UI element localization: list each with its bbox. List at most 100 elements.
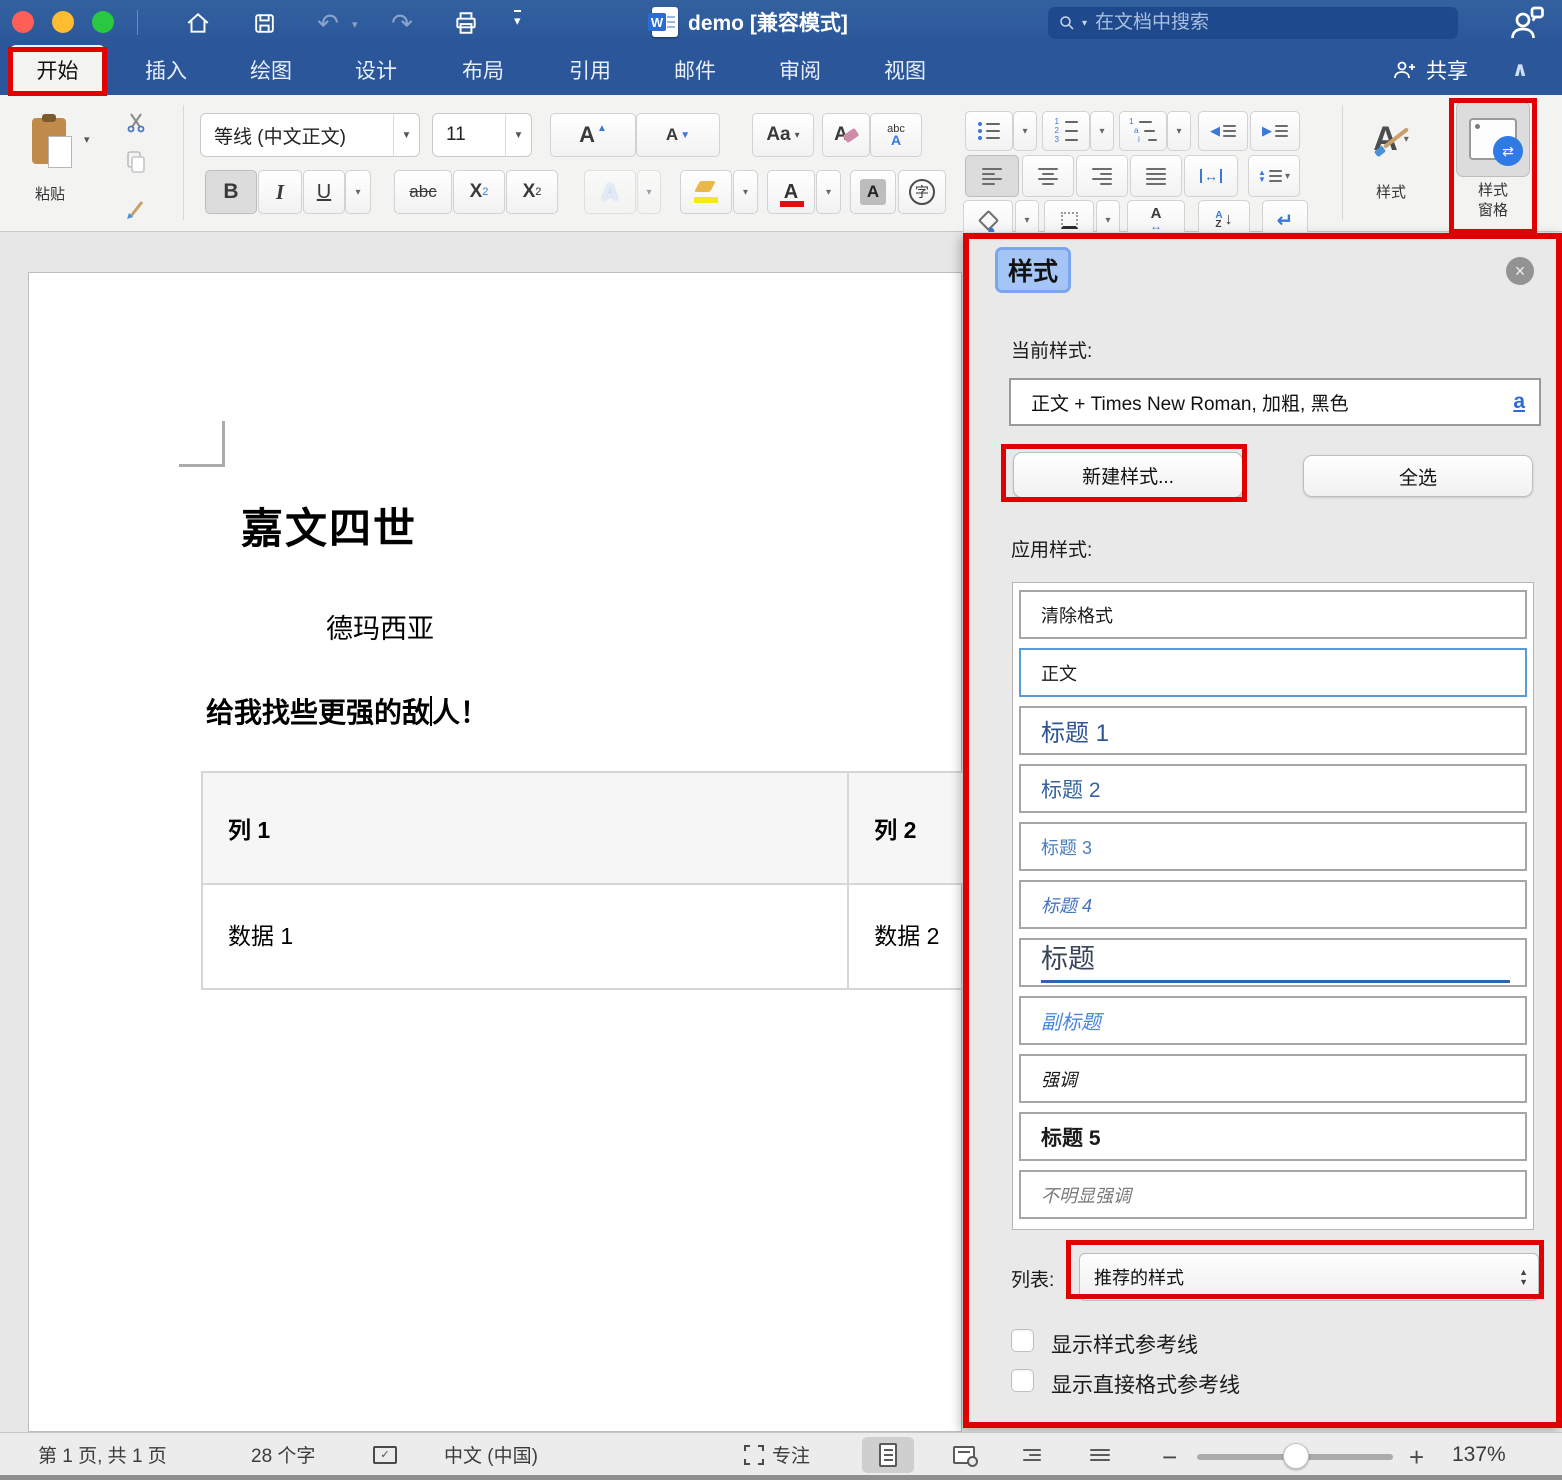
bold-button[interactable]: B: [205, 170, 257, 214]
superscript-button[interactable]: X2: [506, 170, 558, 214]
document-page[interactable]: 嘉文四世 德玛西亚 给我找些更强的敌人！ 列 1 列 2 数据 1 数据 2: [28, 272, 962, 1432]
print-icon[interactable]: [448, 7, 484, 39]
table-header-cell[interactable]: 列 2: [849, 773, 963, 885]
undo-dropdown-icon[interactable]: ▾: [352, 18, 358, 31]
close-window-button[interactable]: [12, 11, 34, 33]
styles-pane-button[interactable]: ⇄: [1456, 101, 1530, 177]
tab-draw[interactable]: 绘图: [231, 45, 311, 95]
styles-button[interactable]: A ▾: [1352, 103, 1430, 175]
numbering-dropdown-icon[interactable]: ▾: [1090, 111, 1114, 151]
style-item-normal[interactable]: 正文: [1019, 648, 1527, 697]
align-left-button[interactable]: [965, 155, 1019, 197]
strikethrough-button[interactable]: abc: [394, 170, 452, 214]
language-indicator[interactable]: 中文 (中国): [444, 1433, 538, 1476]
style-item-heading3[interactable]: 标题 3: [1019, 822, 1527, 871]
zoom-window-button[interactable]: [92, 11, 114, 33]
text-effects-dropdown-icon[interactable]: ▾: [637, 170, 661, 214]
word-count[interactable]: 28 个字: [251, 1433, 315, 1476]
copy-icon[interactable]: [116, 147, 156, 177]
new-style-button[interactable]: 新建样式...: [1013, 452, 1243, 498]
bullets-button[interactable]: [965, 111, 1013, 151]
doc-table[interactable]: 列 1 列 2 数据 1 数据 2: [201, 771, 963, 990]
print-layout-view-button[interactable]: [862, 1437, 914, 1473]
subscript-button[interactable]: X2: [453, 170, 505, 214]
numbering-button[interactable]: 1 2 3: [1042, 111, 1090, 151]
table-cell[interactable]: 数据 2: [849, 885, 963, 988]
underline-dropdown-icon[interactable]: ▾: [345, 170, 371, 214]
font-color-dropdown-icon[interactable]: ▾: [816, 170, 841, 214]
show-style-guides-checkbox[interactable]: [1011, 1329, 1034, 1352]
character-shading-button[interactable]: A: [850, 170, 896, 214]
enclose-characters-button[interactable]: 字: [898, 170, 946, 214]
style-item-subtle-emphasis[interactable]: 不明显强调: [1019, 1170, 1527, 1219]
search-input[interactable]: [1093, 11, 1413, 35]
table-header-cell[interactable]: 列 1: [203, 773, 849, 885]
tab-layout[interactable]: 布局: [443, 45, 523, 95]
focus-mode-button[interactable]: 专注: [744, 1433, 810, 1476]
collapse-ribbon-icon[interactable]: ∧: [1512, 57, 1528, 82]
italic-button[interactable]: I: [258, 170, 302, 214]
highlight-button[interactable]: [680, 170, 732, 214]
line-spacing-button[interactable]: ▲▼ ▾: [1248, 155, 1300, 197]
multilevel-dropdown-icon[interactable]: ▾: [1167, 111, 1191, 151]
search-box[interactable]: ▾: [1048, 7, 1458, 39]
style-item-subtitle[interactable]: 副标题: [1019, 996, 1527, 1045]
zoom-slider-thumb[interactable]: [1283, 1443, 1309, 1469]
justify-button[interactable]: [1130, 155, 1182, 197]
align-center-button[interactable]: [1022, 155, 1074, 197]
font-color-button[interactable]: A: [767, 170, 815, 214]
undo-icon[interactable]: ↶: [310, 7, 346, 39]
char-style-preview[interactable]: a: [1513, 390, 1525, 414]
increase-indent-button[interactable]: ▶: [1250, 111, 1300, 151]
page-indicator[interactable]: 第 1 页, 共 1 页: [38, 1433, 167, 1476]
tab-mailings[interactable]: 邮件: [655, 45, 735, 95]
tab-insert[interactable]: 插入: [126, 45, 206, 95]
style-item-heading5[interactable]: 标题 5: [1019, 1112, 1527, 1161]
zoom-out-button[interactable]: −: [1162, 1433, 1177, 1480]
font-name-dropdown-icon[interactable]: ▼: [393, 114, 419, 156]
style-item-clear-formatting[interactable]: 清除格式: [1019, 590, 1527, 639]
search-scope-chevron-icon[interactable]: ▾: [1082, 18, 1087, 29]
tab-review[interactable]: 审阅: [760, 45, 840, 95]
style-item-title[interactable]: 标题: [1019, 938, 1527, 987]
paste-dropdown-icon[interactable]: ▾: [84, 133, 90, 146]
table-cell[interactable]: 数据 1: [203, 885, 849, 988]
tab-design[interactable]: 设计: [336, 45, 416, 95]
zoom-in-button[interactable]: +: [1409, 1433, 1424, 1480]
draft-view-button[interactable]: [1074, 1437, 1126, 1473]
font-size-dropdown-icon[interactable]: ▼: [505, 114, 531, 156]
list-filter-dropdown[interactable]: 推荐的样式 ▲▼: [1079, 1253, 1539, 1301]
minimize-window-button[interactable]: [52, 11, 74, 33]
share-button[interactable]: 共享: [1392, 45, 1468, 95]
paste-button[interactable]: [16, 105, 82, 177]
cut-icon[interactable]: [116, 107, 156, 137]
text-effects-button[interactable]: A: [584, 170, 636, 214]
quick-access-customize-icon[interactable]: ▾: [514, 10, 521, 28]
font-size-combo[interactable]: 11▼: [432, 113, 532, 157]
style-item-heading2[interactable]: 标题 2: [1019, 764, 1527, 813]
save-icon[interactable]: [246, 7, 282, 39]
tab-view[interactable]: 视图: [865, 45, 945, 95]
show-direct-formatting-guides-checkbox[interactable]: [1011, 1369, 1034, 1392]
style-item-emphasis[interactable]: 强调: [1019, 1054, 1527, 1103]
redo-icon[interactable]: ↷: [384, 7, 420, 39]
font-name-combo[interactable]: 等线 (中文正文)▼: [200, 113, 420, 157]
outline-view-button[interactable]: [1006, 1437, 1058, 1473]
tab-references[interactable]: 引用: [550, 45, 630, 95]
align-right-button[interactable]: [1076, 155, 1128, 197]
highlight-dropdown-icon[interactable]: ▾: [733, 170, 758, 214]
tab-home[interactable]: 开始: [10, 45, 105, 95]
bullets-dropdown-icon[interactable]: ▾: [1013, 111, 1037, 151]
clear-formatting-button[interactable]: A: [822, 113, 870, 157]
change-case-button[interactable]: Aa▾: [752, 113, 814, 157]
shrink-font-button[interactable]: A▼: [636, 113, 720, 157]
spellcheck-icon[interactable]: ✓: [373, 1433, 397, 1476]
decrease-indent-button[interactable]: ◀: [1198, 111, 1248, 151]
style-item-heading1[interactable]: 标题 1: [1019, 706, 1527, 755]
distribute-text-button[interactable]: ↔: [1184, 155, 1238, 197]
contact-person-icon[interactable]: [1506, 5, 1550, 41]
multilevel-list-button[interactable]: 1 a i: [1119, 111, 1167, 151]
home-icon[interactable]: [180, 7, 216, 39]
format-painter-icon[interactable]: [116, 191, 156, 223]
select-all-button[interactable]: 全选: [1303, 455, 1533, 497]
